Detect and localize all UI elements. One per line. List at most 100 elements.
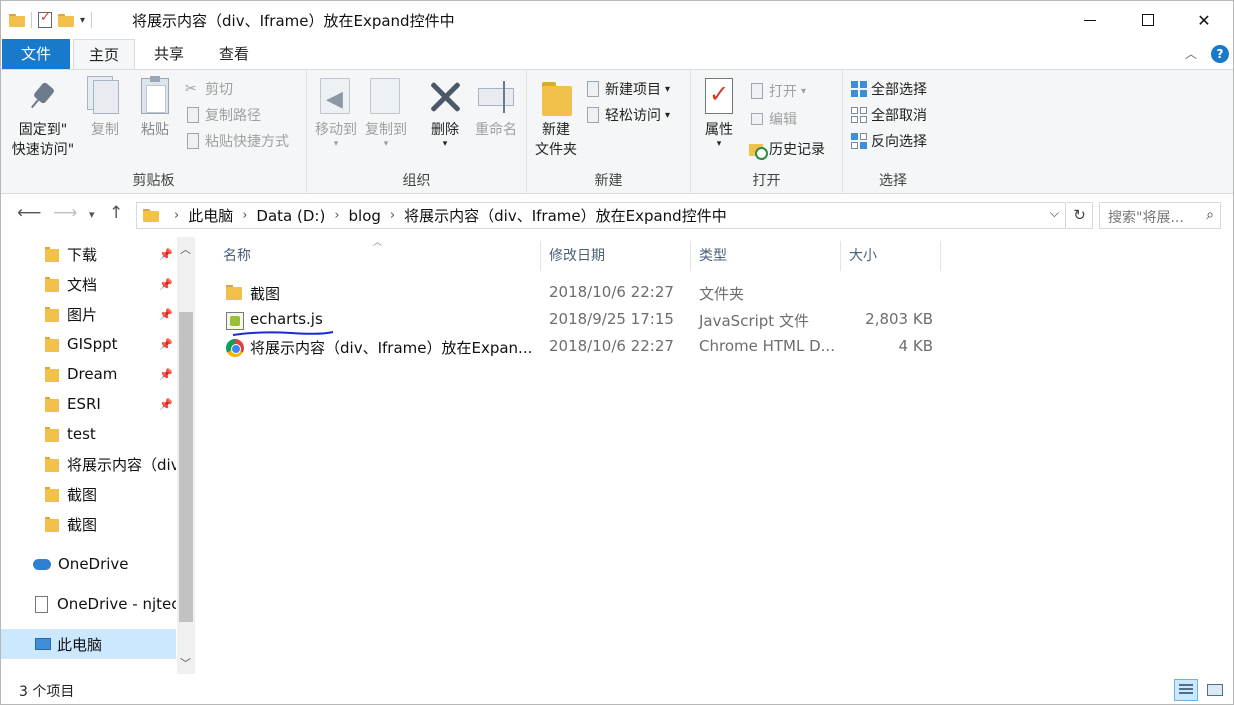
new-folder-button[interactable]: 新建 文件夹 bbox=[533, 76, 579, 160]
breadcrumb-current-folder[interactable]: 将展示内容（div、Iframe）放在Expand控件中 bbox=[404, 205, 727, 226]
new-item-button[interactable]: 新建项目 ▾ bbox=[585, 78, 670, 100]
folder-icon bbox=[45, 516, 59, 532]
history-button[interactable]: 历史记录 bbox=[749, 138, 825, 160]
nav-item-this-pc[interactable]: 此电脑 bbox=[1, 629, 176, 659]
delete-button[interactable]: 删除 ▾ bbox=[425, 76, 465, 149]
nav-item-pictures[interactable]: 图片 📌 bbox=[1, 299, 176, 329]
tab-view[interactable]: 查看 bbox=[205, 39, 263, 69]
nav-item-onedrive-org[interactable]: OneDrive - njtec bbox=[1, 589, 176, 619]
collapse-ribbon-icon[interactable]: ︿ bbox=[1185, 45, 1197, 62]
select-all-button[interactable]: 全部选择 bbox=[851, 78, 927, 100]
pin-icon[interactable]: 📌 bbox=[159, 248, 173, 261]
minimize-button[interactable] bbox=[1061, 1, 1119, 39]
open-icon bbox=[749, 83, 765, 99]
tab-share[interactable]: 共享 bbox=[140, 39, 198, 69]
item-count: 3 个项目 bbox=[19, 684, 75, 700]
copy-path-button[interactable]: 复制路径 bbox=[185, 104, 261, 126]
pin-to-quick-access-button[interactable]: 固定到" 快速访问" bbox=[9, 76, 77, 160]
paste-shortcut-button[interactable]: 粘贴快捷方式 bbox=[185, 130, 289, 152]
copy-to-icon bbox=[366, 76, 406, 118]
nav-item-screenshots[interactable]: 截图 bbox=[1, 479, 176, 509]
folder-icon bbox=[45, 486, 59, 502]
pin-icon[interactable]: 📌 bbox=[159, 278, 173, 291]
breadcrumb-this-pc[interactable]: 此电脑 bbox=[188, 205, 233, 226]
nav-item-esri[interactable]: ESRI 📌 bbox=[1, 389, 176, 419]
paste-shortcut-label: 粘贴快捷方式 bbox=[205, 134, 289, 150]
nav-item-gisppt[interactable]: GISppt 📌 bbox=[1, 329, 176, 359]
chevron-right-icon[interactable]: › bbox=[242, 208, 247, 223]
chevron-down-icon[interactable]: ⌵ bbox=[1050, 206, 1059, 221]
help-icon[interactable]: ? bbox=[1211, 45, 1229, 63]
path-icon bbox=[185, 107, 201, 123]
column-header-type[interactable]: 类型 bbox=[691, 241, 841, 271]
back-button[interactable]: ⟵ bbox=[17, 203, 41, 223]
nav-item-onedrive[interactable]: OneDrive bbox=[1, 549, 176, 579]
scroll-down-icon[interactable]: ﹀ bbox=[180, 655, 191, 671]
column-header-size[interactable]: 大小 bbox=[841, 241, 941, 271]
paste-button[interactable]: 粘贴 bbox=[135, 76, 175, 140]
scroll-up-icon[interactable]: ︿ bbox=[180, 241, 191, 257]
nav-pane-scrollbar[interactable]: ︿ ﹀ bbox=[177, 237, 195, 674]
chrome-icon bbox=[226, 339, 244, 357]
details-view-button[interactable] bbox=[1174, 679, 1198, 701]
pin-icon[interactable]: 📌 bbox=[159, 368, 173, 381]
nav-item-downloads[interactable]: 下载 📌 bbox=[1, 239, 176, 269]
easy-access-button[interactable]: 轻松访问 ▾ bbox=[585, 104, 670, 126]
invert-selection-button[interactable]: 反向选择 bbox=[851, 130, 927, 152]
details-view-icon bbox=[1179, 684, 1193, 696]
recent-locations-icon[interactable]: ▾ bbox=[89, 208, 95, 221]
large-icons-view-icon bbox=[1207, 684, 1223, 696]
pin-icon[interactable]: 📌 bbox=[159, 398, 173, 411]
select-none-label: 全部取消 bbox=[871, 108, 927, 124]
pin-icon[interactable]: 📌 bbox=[159, 308, 173, 321]
address-bar[interactable]: › 此电脑 › Data (D:) › blog › 将展示内容（div、Ifr… bbox=[136, 202, 1066, 229]
properties-icon[interactable] bbox=[38, 10, 52, 28]
edit-button[interactable]: 编辑 bbox=[749, 108, 797, 130]
edit-icon bbox=[749, 111, 765, 127]
properties-button[interactable]: 属性 ▾ bbox=[699, 76, 739, 149]
nav-item-screenshots-2[interactable]: 截图 bbox=[1, 509, 176, 539]
close-button[interactable]: ✕ bbox=[1175, 1, 1233, 39]
scrollbar-thumb[interactable] bbox=[179, 312, 193, 622]
cut-button[interactable]: ✂ 剪切 bbox=[185, 78, 233, 100]
copy-button[interactable]: 复制 bbox=[85, 76, 125, 140]
pin-icon[interactable]: 📌 bbox=[159, 338, 173, 351]
chevron-down-icon: ▾ bbox=[333, 139, 339, 149]
chevron-right-icon[interactable]: › bbox=[390, 208, 395, 223]
new-folder-icon[interactable] bbox=[58, 13, 74, 27]
up-button[interactable]: ↑ bbox=[109, 203, 123, 223]
nav-item-dream[interactable]: Dream 📌 bbox=[1, 359, 176, 389]
table-row[interactable]: 截图 2018/10/6 22:27 文件夹 bbox=[221, 280, 941, 306]
nav-item-documents[interactable]: 文档 📌 bbox=[1, 269, 176, 299]
nav-item-expand-project[interactable]: 将展示内容（div bbox=[1, 449, 176, 479]
title-bar: ▾ 将展示内容（div、Iframe）放在Expand控件中 ✕ bbox=[1, 1, 1233, 39]
history-label: 历史记录 bbox=[769, 142, 825, 158]
column-header-name[interactable]: 名称 bbox=[215, 241, 541, 271]
forward-button[interactable]: ⟶ bbox=[53, 203, 77, 223]
large-icons-view-button[interactable] bbox=[1203, 679, 1227, 701]
history-icon bbox=[749, 141, 768, 160]
tab-home[interactable]: 主页 bbox=[73, 39, 135, 70]
select-none-button[interactable]: 全部取消 bbox=[851, 104, 927, 126]
move-to-button[interactable]: ◀ 移动到 ▾ bbox=[313, 76, 359, 149]
maximize-icon bbox=[1142, 14, 1154, 26]
search-input[interactable]: 搜索"将展... ⌕ bbox=[1099, 202, 1221, 229]
customize-toolbar-icon[interactable]: ▾ bbox=[80, 15, 85, 26]
chevron-right-icon[interactable]: › bbox=[334, 208, 339, 223]
copy-to-button[interactable]: 复制到 ▾ bbox=[363, 76, 409, 149]
open-button[interactable]: 打开 ▾ bbox=[749, 80, 806, 102]
table-row[interactable]: 将展示内容（div、Iframe）放在Expan... 2018/10/6 22… bbox=[221, 334, 941, 360]
breadcrumb-data-drive[interactable]: Data (D:) bbox=[256, 207, 325, 225]
window-title: 将展示内容（div、Iframe）放在Expand控件中 bbox=[132, 12, 455, 30]
breadcrumb-blog[interactable]: blog bbox=[349, 207, 381, 225]
js-file-icon bbox=[226, 312, 244, 330]
tab-file[interactable]: 文件 bbox=[2, 39, 70, 69]
rename-button[interactable]: 重命名 bbox=[471, 76, 521, 140]
column-header-modified[interactable]: 修改日期 bbox=[541, 241, 691, 271]
chevron-down-icon: ▾ bbox=[442, 139, 448, 149]
copy-icon bbox=[85, 76, 125, 118]
new-folder-label-line1: 新建 bbox=[542, 122, 570, 138]
maximize-button[interactable] bbox=[1119, 1, 1177, 39]
nav-item-test[interactable]: test bbox=[1, 419, 176, 449]
refresh-button[interactable]: ↻ bbox=[1067, 202, 1093, 229]
